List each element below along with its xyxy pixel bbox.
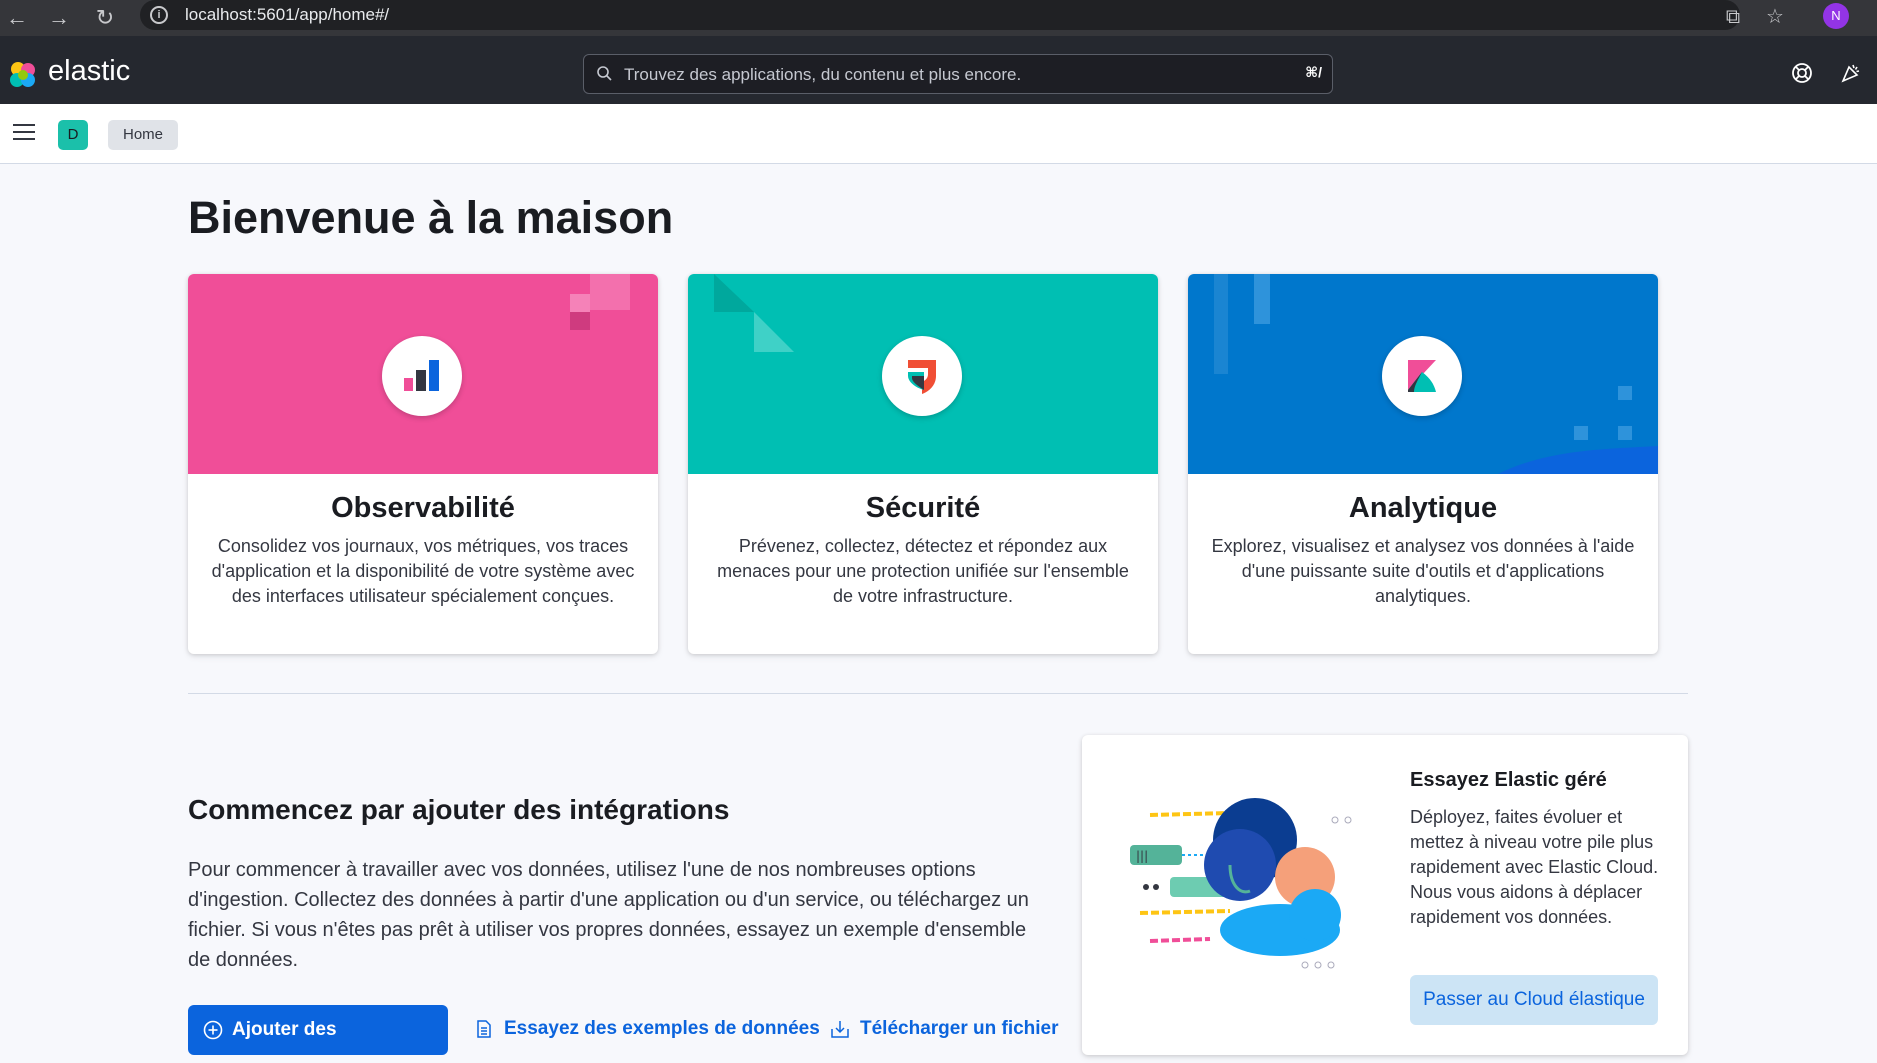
hamburger-menu-icon[interactable] (13, 124, 35, 142)
sample-data-link[interactable]: Essayez des exemples de données (477, 1018, 820, 1040)
search-shortcut: ⌘/ (1305, 64, 1322, 80)
security-logo-icon (908, 360, 936, 394)
add-integrations-label: Ajouter des intégrations (232, 1019, 337, 1040)
sample-data-label: Essayez des exemples de données (504, 1018, 820, 1039)
translate-icon[interactable]: ⧉ (1720, 4, 1746, 30)
svg-text:|||: ||| (1136, 849, 1148, 863)
upload-file-label: Télécharger un fichier (860, 1018, 1059, 1039)
cloud-description: Déployez, faites évoluer et mettez à niv… (1410, 807, 1659, 927)
document-icon (477, 1020, 491, 1038)
page-title: Bienvenue à la maison (188, 192, 674, 243)
solution-card-analytics[interactable]: Analytique Explorez, visualisez et analy… (1188, 274, 1658, 654)
card-title: Observabilité (331, 492, 515, 524)
card-title: Sécurité (865, 492, 981, 524)
address-url[interactable]: localhost:5601/app/home#/ (185, 5, 389, 25)
solution-card-observability[interactable]: Observabilité Consolidez vos journaux, v… (188, 274, 658, 654)
card-description: Explorez, visualisez et analysez vos don… (1211, 536, 1635, 606)
cloud-illustration-icon: ||| (1130, 798, 1352, 969)
news-feed-icon[interactable] (1840, 62, 1862, 84)
card-description: Prévenez, collectez, détectez et réponde… (717, 536, 1129, 606)
browser-toolbar: ← → ↻ i localhost:5601/app/home#/ ⧉ ☆ N (0, 0, 1877, 36)
card-title: Analytique (1348, 492, 1498, 524)
space-avatar[interactable]: D (58, 120, 88, 150)
help-icon[interactable] (1791, 62, 1813, 84)
site-info-icon[interactable]: i (150, 6, 168, 24)
observability-logo-icon (404, 360, 439, 391)
profile-avatar[interactable]: N (1823, 3, 1849, 29)
observability-badge (382, 336, 462, 416)
integrations-title: Commencez par ajouter des intégrations (188, 794, 730, 825)
kibana-header: elastic Trouvez des applications, du con… (0, 36, 1877, 104)
search-icon (597, 66, 612, 81)
reload-icon[interactable]: ↻ (92, 5, 118, 31)
card-description: Consolidez vos journaux, vos métriques, … (211, 536, 635, 606)
forward-icon[interactable]: → (46, 5, 72, 31)
breadcrumb-bar: D Home (0, 104, 1877, 164)
address-bar[interactable]: i localhost:5601/app/home#/ (140, 0, 1740, 30)
cloud-title: Essayez Elastic géré (1410, 769, 1607, 791)
search-placeholder: Trouvez des applications, du contenu et … (624, 65, 1022, 84)
bookmark-star-icon[interactable]: ☆ (1762, 4, 1788, 30)
upload-icon (831, 1021, 849, 1038)
solution-card-security[interactable]: Sécurité Prévenez, collectez, détectez e… (688, 274, 1158, 654)
integrations-description: Pour commencer à travailler avec vos don… (188, 859, 1029, 971)
back-icon[interactable]: ← (4, 5, 30, 31)
go-to-cloud-button[interactable]: Passer au Cloud élastique (1410, 975, 1658, 1025)
upload-file-link[interactable]: Télécharger un fichier (831, 1018, 1059, 1040)
add-integrations-button[interactable]: Ajouter des intégrations (188, 1005, 448, 1055)
plus-circle-icon (203, 1020, 223, 1040)
global-search-input[interactable]: Trouvez des applications, du contenu et … (583, 54, 1333, 94)
security-badge (882, 336, 962, 416)
elastic-cloud-panel: ||| Essayez Elastic géré Déployez, faite… (1082, 735, 1688, 1055)
brand-name[interactable]: elastic (48, 55, 130, 88)
breadcrumb-home[interactable]: Home (108, 120, 179, 150)
kibana-logo-icon (1408, 360, 1436, 392)
analytics-badge (1382, 336, 1462, 416)
elastic-logo-icon[interactable] (7, 59, 39, 91)
section-divider (188, 693, 1688, 694)
